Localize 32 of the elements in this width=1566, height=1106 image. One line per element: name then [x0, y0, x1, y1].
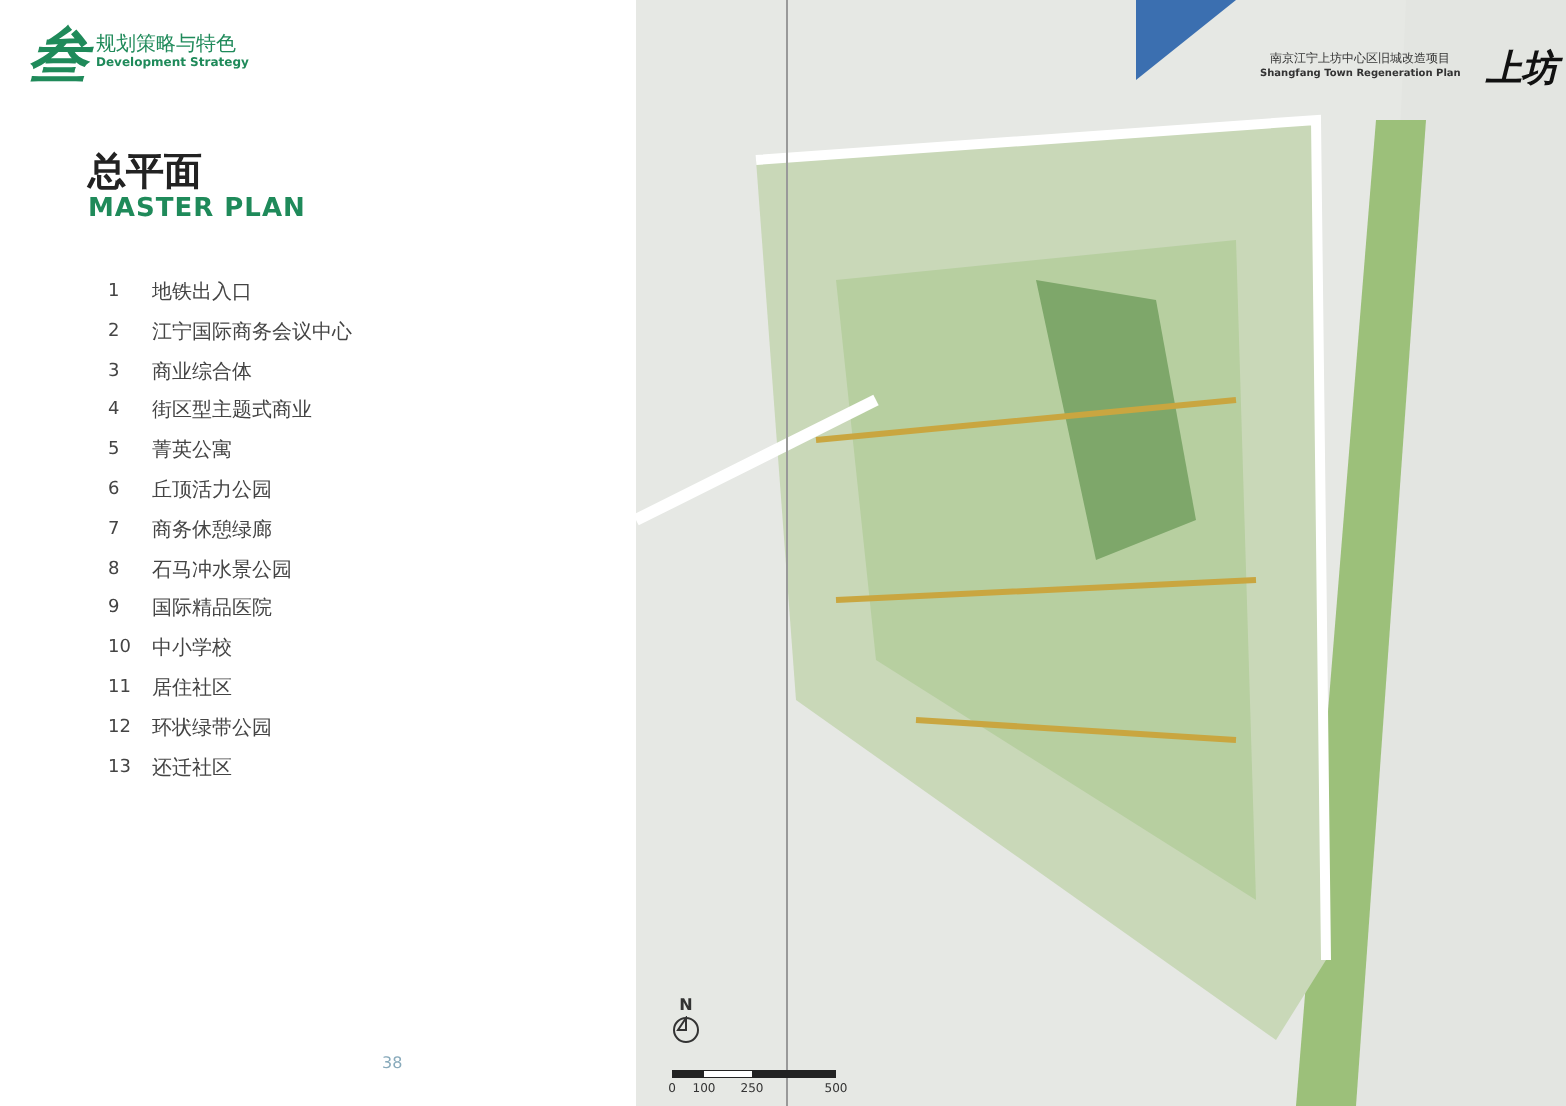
legend-label: 石马冲水景公园 [152, 557, 292, 584]
legend-number: 5 [108, 440, 122, 461]
legend-label: 还迁社区 [152, 755, 232, 782]
legend-label: 菁英公寓 [152, 437, 232, 465]
legend-label: 街区型主题式商业 [152, 397, 312, 425]
page-subtitle: MASTER PLAN [88, 195, 306, 225]
legend-number: 11 [108, 678, 133, 699]
page-number: 38 [382, 1054, 403, 1072]
legend-number: 2 [108, 321, 122, 342]
legend-label: 环状绿带公园 [152, 715, 272, 742]
legend-number: 4 [108, 400, 122, 421]
legend-number: 3 [108, 361, 122, 382]
legend-number: 1 [108, 282, 122, 303]
legend-label: 居住社区 [152, 675, 232, 703]
chapter-title: 规划策略与特色 [96, 34, 238, 56]
legend-label: 商业综合体 [152, 359, 252, 386]
page-title: 总平面 [88, 152, 202, 194]
legend-number: 12 [108, 717, 133, 738]
legend-number: 10 [108, 638, 133, 659]
legend-number: 8 [108, 559, 122, 580]
legend-label: 地铁出入口 [152, 279, 252, 307]
project-logo: 上坊 [1486, 44, 1558, 92]
legend-label: 商务休憩绿廊 [152, 517, 272, 544]
legend-label: 中小学校 [152, 635, 232, 663]
legend-number: 7 [108, 519, 122, 540]
legend-label: 江宁国际商务会议中心 [152, 319, 352, 346]
legend-number: 13 [108, 757, 133, 778]
legend-label: 国际精品医院 [152, 595, 272, 623]
legend-number: 6 [108, 480, 122, 501]
north-label: N [679, 998, 693, 1014]
legend-label: 丘顶活力公园 [152, 477, 272, 505]
legend-number: 9 [108, 598, 122, 619]
